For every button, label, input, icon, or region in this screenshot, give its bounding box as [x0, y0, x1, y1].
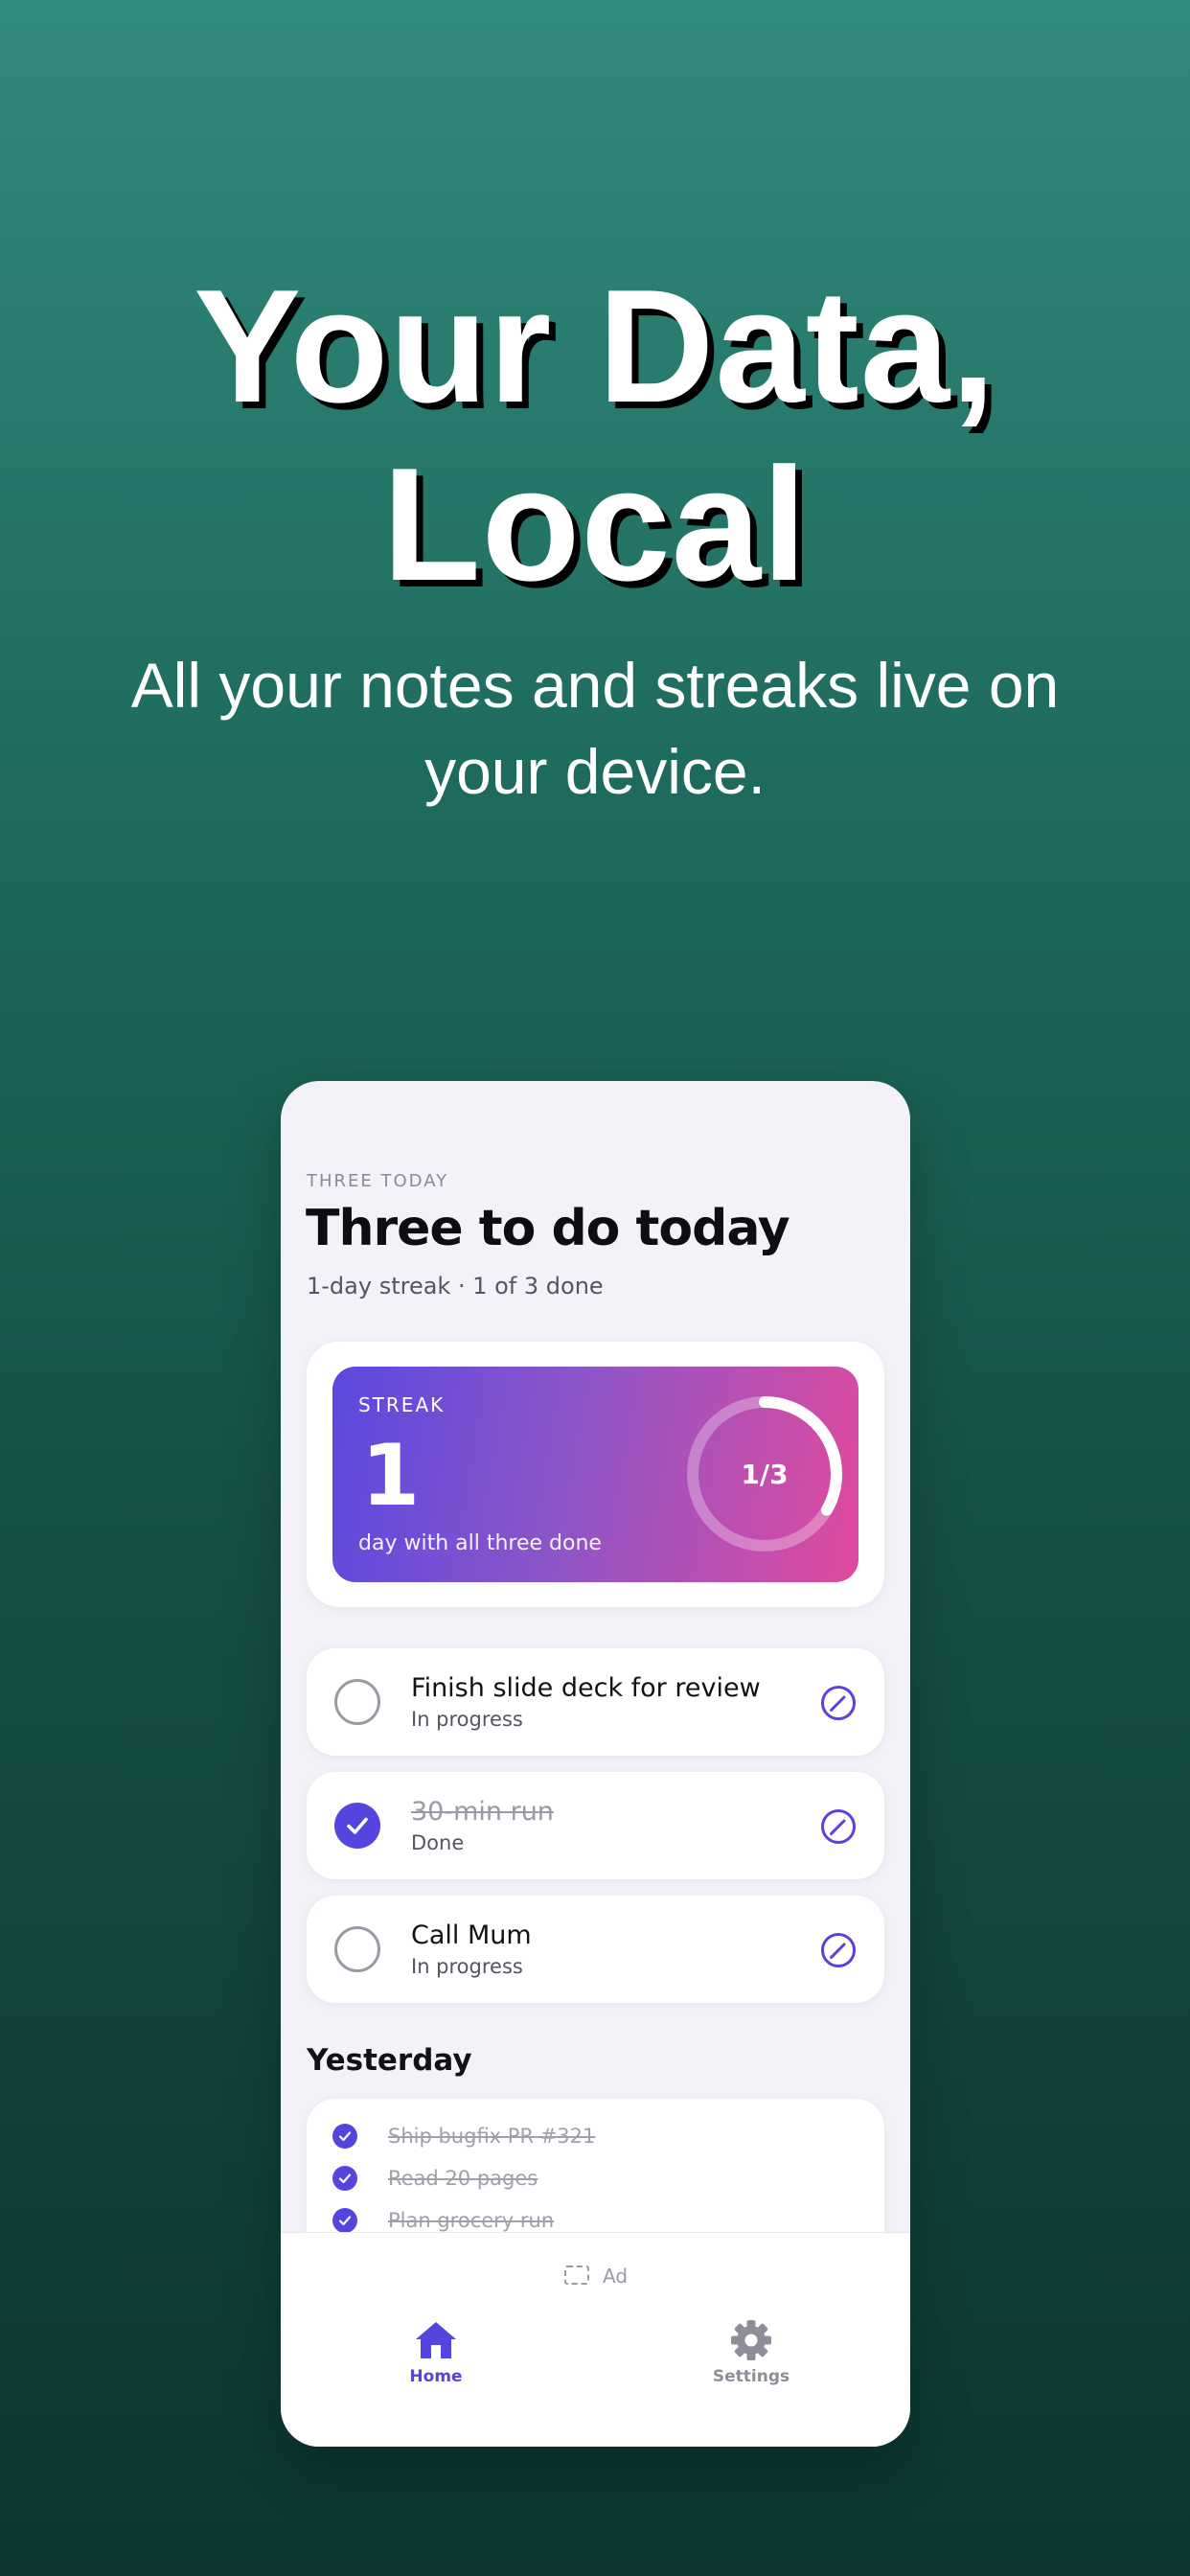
streak-card-container: STREAK 1 day with all three done 1/3 — [307, 1342, 884, 1607]
task-status: Done — [411, 1831, 465, 1854]
hero-title: Your Data, Local — [0, 257, 1190, 613]
check-circle-icon — [332, 2208, 357, 2232]
task-card[interactable]: Finish slide deck for review In progress — [307, 1648, 884, 1756]
page-subtitle: 1-day streak · 1 of 3 done — [307, 1273, 604, 1300]
tab-home[interactable]: Home — [359, 2319, 513, 2396]
phone-screen: THREE TODAY Three to do today 1-day stre… — [281, 1081, 910, 2447]
check-circle-icon — [332, 2166, 357, 2191]
hero-subtitle-line2: your device. — [424, 736, 766, 807]
task-status: In progress — [411, 1708, 523, 1731]
edit-icon[interactable] — [820, 1685, 857, 1721]
task-title: Call Mum — [411, 1920, 532, 1950]
main-scroll-area[interactable]: THREE TODAY Three to do today 1-day stre… — [281, 1081, 910, 2232]
edit-icon[interactable] — [820, 1808, 857, 1845]
hero-subtitle-line1: All your notes and streaks live on — [130, 650, 1060, 721]
tab-settings[interactable]: Settings — [675, 2319, 828, 2396]
check-circle-icon — [332, 2124, 357, 2149]
streak-caption: day with all three done — [358, 1531, 602, 1555]
ad-banner[interactable]: Ad — [281, 2262, 910, 2290]
gear-icon — [731, 2320, 771, 2360]
hero-title-line1: Your Data, — [194, 256, 996, 436]
task-title: Finish slide deck for review — [411, 1673, 761, 1703]
section-heading-yesterday: Yesterday — [307, 2043, 472, 2078]
app-eyebrow: THREE TODAY — [307, 1171, 449, 1191]
ad-label: Ad — [603, 2265, 629, 2288]
streak-card: STREAK 1 day with all three done 1/3 — [332, 1367, 858, 1582]
task-checkbox[interactable] — [334, 1926, 380, 1972]
ad-placeholder-icon — [564, 2266, 589, 2285]
list-item-text: Read 20 pages — [388, 2167, 538, 2190]
task-card[interactable]: Call Mum In progress — [307, 1896, 884, 2003]
checkmark-icon — [347, 1817, 368, 1834]
streak-count: 1 — [361, 1426, 421, 1525]
task-title: 30-min run — [411, 1797, 554, 1827]
edit-icon[interactable] — [820, 1932, 857, 1968]
home-icon — [416, 2322, 456, 2358]
bottom-bar: Ad Home Settings — [281, 2232, 910, 2447]
list-item-text: Plan grocery run — [388, 2209, 555, 2232]
tab-home-label: Home — [409, 2367, 463, 2386]
hero-title-line2: Local — [382, 434, 808, 614]
task-checkbox[interactable] — [334, 1679, 380, 1725]
tab-settings-label: Settings — [712, 2367, 790, 2386]
task-checkbox-checked[interactable] — [334, 1803, 380, 1849]
task-card[interactable]: 30-min run Done — [307, 1772, 884, 1879]
task-status: In progress — [411, 1955, 523, 1978]
list-item-text: Ship bugfix PR #321 — [388, 2125, 596, 2148]
page-title: Three to do today — [306, 1200, 790, 1257]
progress-text: 1/3 — [741, 1458, 789, 1490]
hero-subtitle: All your notes and streaks live on your … — [77, 642, 1113, 815]
yesterday-card: Ship bugfix PR #321 Read 20 pages Plan g… — [307, 2099, 884, 2232]
streak-label: STREAK — [358, 1393, 446, 1416]
